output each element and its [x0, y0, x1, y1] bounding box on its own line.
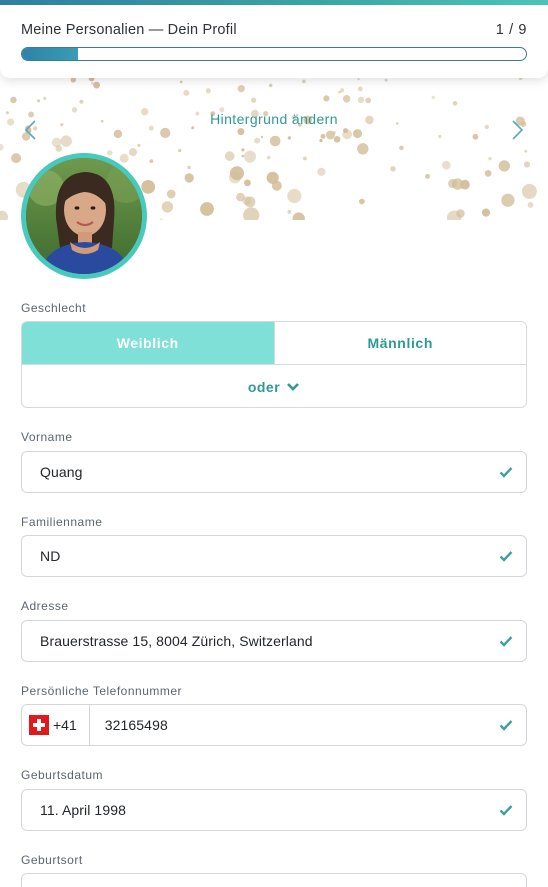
change-background-link[interactable]: Hintergrund ändern: [0, 111, 548, 127]
progress-card: Meine Personalien — Dein Profil 1 / 9: [0, 4, 548, 78]
phone-field[interactable]: +41 32165498: [21, 704, 527, 746]
first-name-field[interactable]: Quang: [21, 451, 527, 493]
last-name-field[interactable]: ND: [21, 535, 527, 577]
last-name-value: ND: [40, 548, 61, 564]
gender-more-button[interactable]: oder: [22, 365, 526, 407]
gender-option-male[interactable]: Männlich: [273, 322, 527, 364]
gender-selector: Weiblich Männlich oder: [21, 321, 527, 408]
check-icon: [486, 550, 526, 562]
top-accent-bar: [0, 0, 548, 5]
last-name-label: Familienname: [21, 515, 103, 529]
check-icon: [486, 466, 526, 478]
address-label: Adresse: [21, 599, 69, 613]
progress-bar-fill: [22, 48, 78, 60]
gender-more-label: oder: [247, 378, 281, 395]
birthplace-field[interactable]: [21, 873, 527, 887]
birthplace-label: Geburtsort: [21, 853, 83, 867]
progress-title: Meine Personalien — Dein Profil: [21, 22, 237, 38]
birthdate-field[interactable]: 11. April 1998: [21, 789, 527, 831]
address-field[interactable]: Brauerstrasse 15, 8004 Zürich, Switzerla…: [21, 620, 527, 662]
country-code: +41: [53, 717, 77, 733]
birthdate-label: Geburtsdatum: [21, 768, 104, 782]
check-icon: [486, 719, 526, 731]
country-code-picker[interactable]: +41: [22, 705, 90, 745]
phone-label: Persönliche Telefonnummer: [21, 684, 183, 698]
avatar-photo: [26, 158, 142, 274]
chevron-down-icon: [286, 379, 300, 395]
phone-value: 32165498: [104, 717, 168, 733]
first-name-label: Vorname: [21, 430, 73, 444]
gender-option-female[interactable]: Weiblich: [22, 322, 274, 364]
progress-bar: [21, 47, 527, 61]
check-icon: [486, 635, 526, 647]
avatar[interactable]: [21, 153, 147, 279]
birthdate-value: 11. April 1998: [40, 802, 126, 818]
progress-step-count: 1 / 9: [495, 22, 527, 38]
check-icon: [486, 804, 526, 816]
chevron-right-icon[interactable]: [506, 118, 528, 142]
gender-label: Geschlecht: [21, 301, 87, 315]
swiss-flag-icon: [29, 715, 49, 735]
first-name-value: Quang: [40, 464, 83, 480]
address-value: Brauerstrasse 15, 8004 Zürich, Switzerla…: [40, 633, 313, 649]
